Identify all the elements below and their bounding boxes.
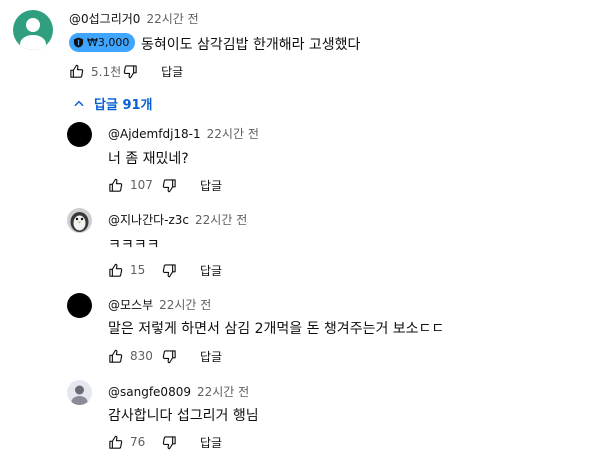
replies-count-label: 답글 91개	[94, 98, 153, 113]
penguin-avatar-icon	[70, 212, 89, 232]
profile-image-icon	[71, 385, 88, 405]
thumbs-up-icon	[108, 178, 122, 192]
reply-header: @Ajdemfdj18-1 22시간 전	[108, 125, 259, 142]
reply-actions: 830 답글	[106, 347, 222, 365]
like-button[interactable]	[106, 176, 124, 194]
like-button[interactable]	[106, 347, 124, 365]
like-count: 5.1천	[91, 64, 122, 79]
comment-actions: 5.1천 답글	[67, 62, 183, 80]
comment-author[interactable]: @0섭그리거0	[69, 12, 140, 26]
thumbs-down-icon	[162, 178, 176, 192]
dislike-button[interactable]	[160, 347, 178, 365]
like-button[interactable]	[106, 433, 124, 451]
like-count: 15	[130, 263, 146, 277]
reply-time[interactable]: 22시간 전	[159, 298, 211, 312]
reply-button[interactable]: 답글	[200, 262, 222, 279]
dislike-button[interactable]	[121, 62, 139, 80]
comment-header: @0섭그리거0 22시간 전	[69, 10, 199, 27]
reply-button[interactable]: 답글	[200, 434, 222, 451]
comment-text: 동혀이도 삼각김밥 한개해라 고생했다	[141, 37, 361, 53]
reply-time[interactable]: 22시간 전	[207, 127, 259, 141]
reply-button[interactable]: 답글	[161, 63, 183, 80]
reply-text: 너 좀 재밌네?	[108, 151, 189, 167]
reply-author[interactable]: @모스부	[108, 298, 153, 312]
reply-author[interactable]: @Ajdemfdj18-1	[108, 127, 201, 141]
reply-text: 말은 저렇게 하면서 삼김 2개먹을 돈 챙겨주는거 보소ㄷㄷ	[108, 321, 445, 337]
like-count: 76	[130, 435, 146, 449]
replies-toggle-button[interactable]: 답글 91개	[72, 94, 153, 113]
reply-author[interactable]: @지나간다-z3c	[108, 213, 189, 227]
thumbs-down-icon	[162, 435, 176, 449]
reply-author[interactable]: @sangfe0809	[108, 385, 191, 399]
reply-button[interactable]: 답글	[200, 348, 222, 365]
reply-header: @지나간다-z3c 22시간 전	[108, 211, 247, 228]
thumbs-up-icon	[108, 263, 122, 277]
avatar[interactable]	[67, 208, 92, 233]
thumbs-down-icon	[162, 263, 176, 277]
thumbs-down-icon	[123, 64, 137, 78]
reply-button[interactable]: 답글	[200, 177, 222, 194]
like-button[interactable]	[67, 62, 85, 80]
thumbs-up-icon	[69, 64, 83, 78]
like-count: 107	[130, 178, 153, 192]
reply-time[interactable]: 22시간 전	[197, 385, 249, 399]
thumbs-up-icon	[108, 435, 122, 449]
comment-time[interactable]: 22시간 전	[146, 12, 198, 26]
chevron-up-icon	[74, 100, 84, 106]
avatar[interactable]	[67, 380, 92, 405]
avatar[interactable]	[67, 293, 92, 318]
reply-actions: 107 답글	[106, 176, 222, 194]
avatar[interactable]	[67, 122, 92, 147]
reply-header: @sangfe0809 22시간 전	[108, 383, 249, 400]
super-thanks-icon	[73, 37, 84, 48]
badge-amount: ₩3,000	[87, 36, 130, 49]
thumbs-up-icon	[108, 349, 122, 363]
thumbs-down-icon	[162, 349, 176, 363]
reply-actions: 76 답글	[106, 433, 222, 451]
default-avatar-icon	[20, 18, 46, 50]
reply-time[interactable]: 22시간 전	[195, 213, 247, 227]
like-button[interactable]	[106, 261, 124, 279]
reply-text: ㅋㅋㅋㅋ	[108, 237, 160, 253]
reply-actions: 15 답글	[106, 261, 222, 279]
avatar[interactable]	[13, 10, 53, 50]
reply-header: @모스부 22시간 전	[108, 296, 211, 313]
super-thanks-badge: ₩3,000	[69, 33, 136, 52]
dislike-button[interactable]	[160, 261, 178, 279]
like-count: 830	[130, 349, 153, 363]
dislike-button[interactable]	[160, 176, 178, 194]
dislike-button[interactable]	[160, 433, 178, 451]
reply-text: 감사합니다 섭그리거 행님	[108, 408, 259, 424]
